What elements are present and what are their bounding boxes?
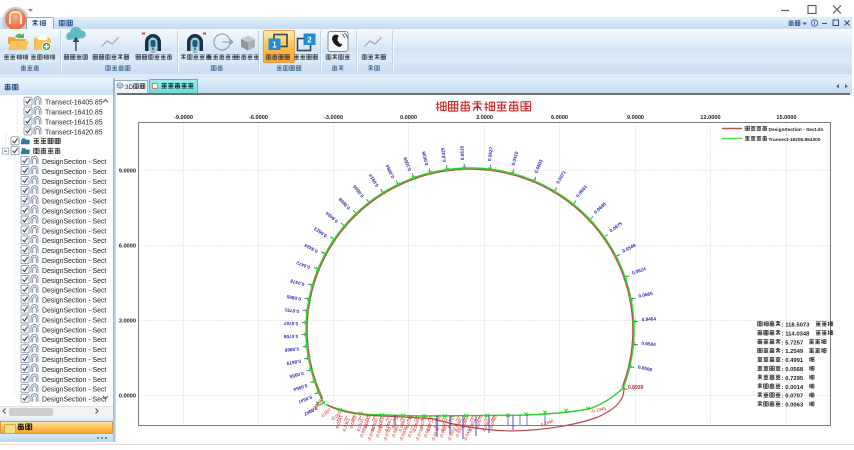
svg-text:3D: 3D [125, 84, 133, 91]
